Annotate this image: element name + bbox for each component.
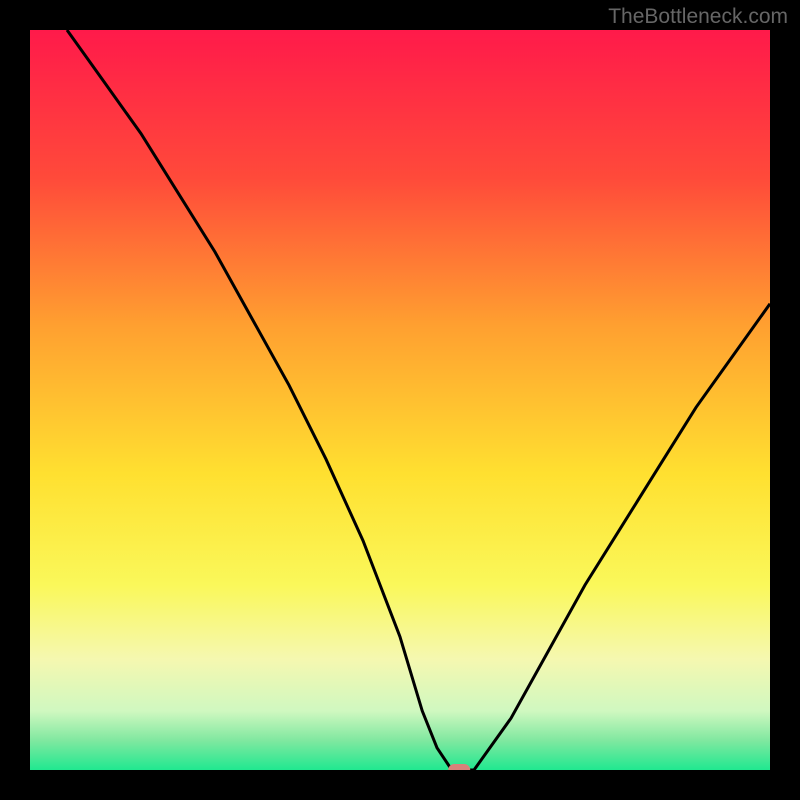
bottleneck-chart	[30, 30, 770, 770]
chart-background	[30, 30, 770, 770]
optimal-marker	[448, 764, 470, 770]
watermark-text: TheBottleneck.com	[608, 5, 788, 29]
